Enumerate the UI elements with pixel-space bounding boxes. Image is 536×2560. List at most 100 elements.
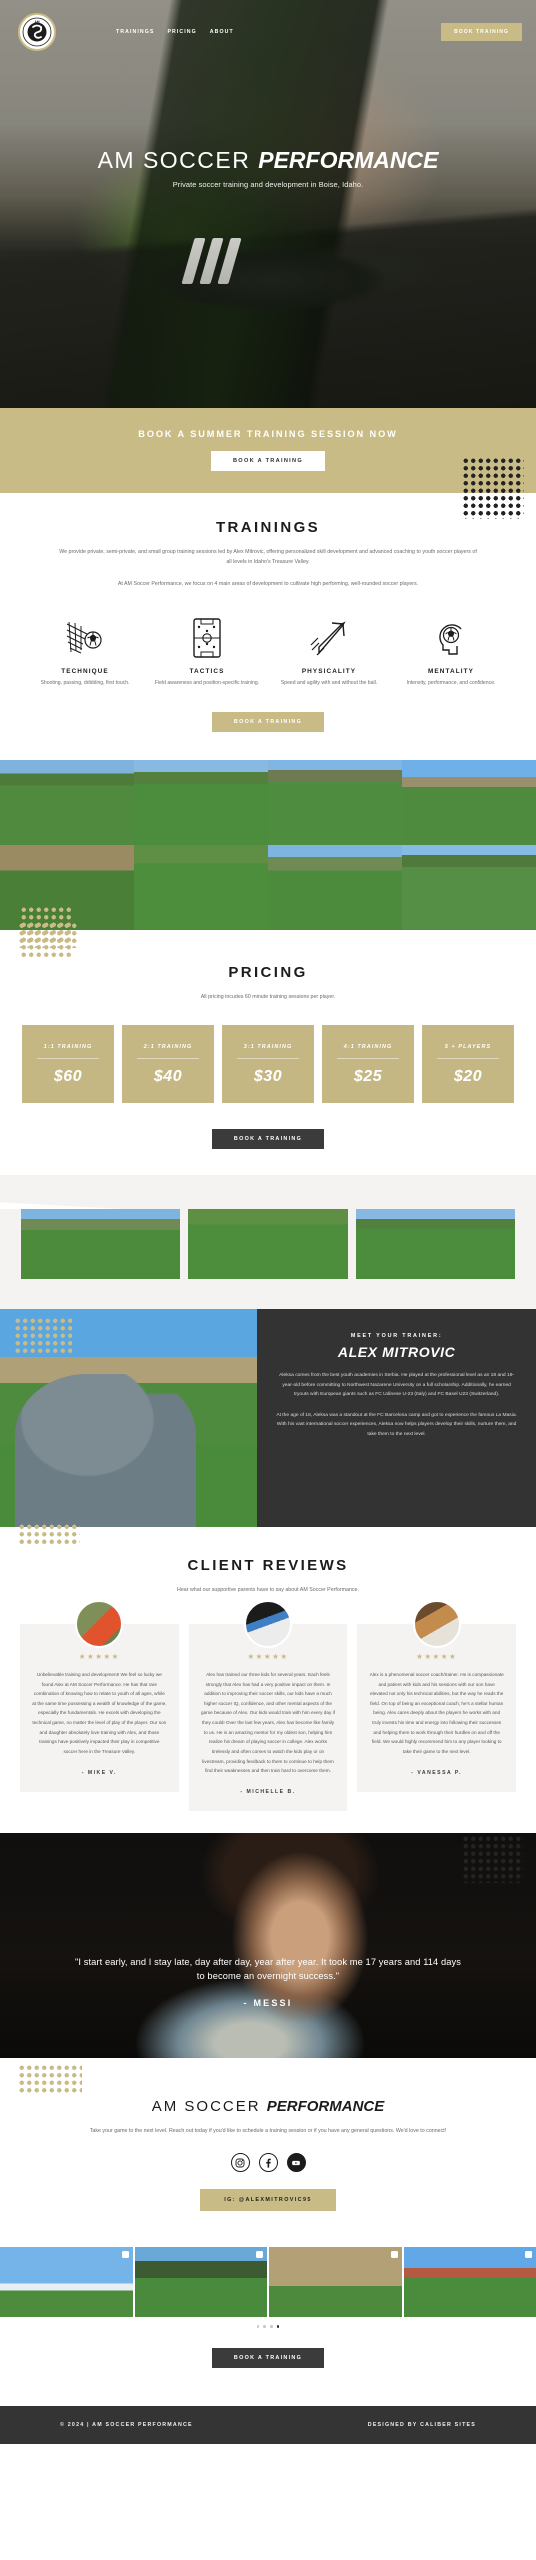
instagram-post[interactable]: [0, 2247, 133, 2317]
review-text: Alex is a phenomenal soccer coach/traine…: [369, 1671, 504, 1755]
nav-links: TRAININGS PRICING ABOUT: [116, 29, 234, 35]
quote-section: "I start early, and I stay late, day aft…: [0, 1832, 536, 2058]
reviews-list: ★★★★★ Unbelievable training and developm…: [20, 1599, 517, 1811]
price-card-2to1[interactable]: 2:1 TRAINING $40: [122, 1025, 214, 1104]
trainings-paragraph-1: We provide private, semi-private, and sm…: [59, 549, 477, 565]
reel-badge-icon: [390, 2251, 398, 2258]
instagram-handle-button[interactable]: IG: @ALEXMITROVIC95: [200, 2189, 336, 2211]
review-card: ★★★★★ Alex has trained our three kids fo…: [188, 1599, 348, 1811]
hero-text-block: AM SOCCER PERFORMANCE Private soccer tra…: [0, 147, 536, 190]
page-footer: © 2024 | AM SOCCER PERFORMANCE DESIGNED …: [0, 2405, 536, 2444]
instagram-post[interactable]: [403, 2247, 536, 2317]
pillar-mentality: MENTALITY Intensity, performance, and co…: [397, 615, 505, 688]
final-cta: BOOK A TRAINING: [0, 2328, 536, 2406]
gallery-photo: [268, 845, 402, 931]
pricing-book-button[interactable]: BOOK A TRAINING: [211, 1129, 325, 1150]
goal-net-ball-icon: [31, 615, 139, 661]
review-author: - MIKE V.: [81, 1769, 117, 1776]
gallery-photo: [21, 1209, 181, 1280]
pillar-physicality-text: Speed and agility with and without the b…: [280, 680, 378, 687]
hero-section: AM TRAININGS PRICING ABOUT BOOK TRAINING…: [0, 0, 536, 408]
carousel-dot[interactable]: [270, 2325, 273, 2328]
brand-logo[interactable]: AM: [18, 13, 56, 51]
gallery-photo: [0, 845, 134, 931]
instagram-post[interactable]: [269, 2247, 402, 2317]
avatar: [244, 1599, 292, 1648]
avatar: [75, 1599, 124, 1648]
review-author: - VANESSA P.: [411, 1769, 463, 1776]
summer-cta-band: BOOK A SUMMER TRAINING SESSION NOW BOOK …: [0, 408, 536, 519]
slanted-divider: [0, 1175, 536, 1210]
pricing-subtitle: All pricing incudes 60 minute training s…: [200, 994, 336, 1001]
trainer-bio-paragraph-1: Aleksa comes from the best youth academi…: [279, 1373, 515, 1398]
logo-mark-icon: AM: [22, 17, 52, 47]
footer-copyright: © 2024 | AM SOCCER PERFORMANCE: [60, 2421, 193, 2428]
carousel-pagination: [0, 2317, 536, 2328]
dot-pattern-decoration: [18, 2063, 82, 2094]
social-links: [20, 2153, 516, 2172]
trainer-bio-paragraph-2: At the age of 16, Aleksa was a standout …: [276, 1412, 517, 1437]
carousel-dot-active[interactable]: [276, 2325, 280, 2328]
reel-badge-icon: [121, 2251, 129, 2258]
price-card-label: 4:1 TRAINING: [337, 1043, 399, 1059]
pillar-technique-text: Shooting, passing, dribbling, first touc…: [40, 680, 130, 687]
price-card-1to1[interactable]: 1:1 TRAINING $60: [22, 1025, 114, 1104]
nav-item-trainings[interactable]: TRAININGS: [116, 29, 154, 35]
facebook-icon[interactable]: [258, 2153, 278, 2172]
landing-page: AM TRAININGS PRICING ABOUT BOOK TRAINING…: [0, 0, 536, 2444]
pillar-tactics: TACTICS Field awareness and position-spe…: [153, 615, 261, 688]
contact-paragraph: Take your game to the next level. Reach …: [89, 2127, 447, 2134]
price-card-amount: $25: [353, 1067, 383, 1085]
nav-item-pricing[interactable]: PRICING: [167, 29, 196, 35]
youtube-icon[interactable]: [286, 2153, 306, 2172]
star-rating-icon: ★★★★★: [247, 1651, 289, 1661]
hero-overlay: [0, 0, 536, 408]
final-book-training-button[interactable]: BOOK A TRAINING: [211, 2347, 325, 2368]
review-author: - MICHELLE B.: [240, 1788, 296, 1795]
pricing-title: PRICING: [228, 964, 308, 982]
price-card-label: 5 + PLAYERS: [437, 1043, 499, 1059]
hero-title-regular: AM SOCCER: [97, 147, 259, 173]
nav-book-training-button[interactable]: BOOK TRAINING: [441, 23, 522, 41]
summer-cta-button[interactable]: BOOK A TRAINING: [210, 451, 326, 471]
trainings-book-button[interactable]: BOOK A TRAINING: [211, 712, 325, 733]
price-card-5plus[interactable]: 5 + PLAYERS $20: [422, 1025, 514, 1104]
nav-item-about[interactable]: ABOUT: [210, 29, 234, 35]
footer-credit[interactable]: DESIGNED BY CALIBER SITES: [368, 2422, 476, 2428]
price-card-amount: $60: [53, 1067, 83, 1085]
pillar-tactics-title: TACTICS: [189, 668, 225, 676]
star-rating-icon: ★★★★★: [416, 1651, 458, 1661]
reel-badge-icon: [525, 2251, 532, 2258]
trainer-section: MEET YOUR TRAINER: ALEX MITROVIC Aleksa …: [0, 1309, 536, 1528]
client-reviews-section: CLIENT REVIEWS Hear what our supportive …: [0, 1523, 536, 1833]
price-card-label: 3:1 TRAINING: [237, 1043, 299, 1059]
hero-subtitle: Private soccer training and development …: [172, 180, 364, 190]
instagram-post[interactable]: [134, 2247, 267, 2317]
price-card-4to1[interactable]: 4:1 TRAINING $25: [322, 1025, 414, 1104]
trainings-section: TRAININGS We provide private, semi-priva…: [0, 493, 536, 760]
avatar: [412, 1599, 461, 1648]
summer-cta-heading: BOOK A SUMMER TRAINING SESSION NOW: [138, 429, 398, 439]
trainings-title: TRAININGS: [215, 519, 321, 536]
pillar-technique-title: TECHNIQUE: [61, 668, 109, 676]
quote-content: "I start early, and I stay late, day aft…: [0, 1833, 536, 2008]
trainer-name: ALEX MITROVIC: [337, 1344, 456, 1361]
head-brain-ball-icon: [397, 615, 505, 661]
hero-title: AM SOCCER PERFORMANCE: [0, 147, 536, 173]
pillar-mentality-text: Intensity, performance, and confidence.: [406, 680, 496, 687]
gallery-photo: [355, 1209, 515, 1280]
instagram-feed: [0, 2247, 536, 2328]
pillar-physicality: PHYSICALITY Speed and agility with and w…: [275, 615, 383, 688]
gallery-photo: [188, 1209, 348, 1280]
tactics-pitch-icon: [153, 615, 261, 661]
price-card-3to1[interactable]: 3:1 TRAINING $30: [222, 1025, 314, 1104]
review-text: Alex has trained our three kids for seve…: [201, 1671, 335, 1774]
gallery-photo: [402, 760, 536, 846]
instagram-icon[interactable]: [230, 2153, 250, 2172]
pricing-cards: 1:1 TRAINING $60 2:1 TRAINING $40 3:1 TR…: [20, 1025, 516, 1104]
carousel-dot[interactable]: [263, 2325, 266, 2328]
reel-badge-icon: [256, 2251, 263, 2258]
review-card: ★★★★★ Alex is a phenomenal soccer coach/…: [357, 1599, 517, 1792]
training-pillars: TECHNIQUE Shooting, passing, dribbling, …: [20, 615, 516, 688]
reviews-title: CLIENT REVIEWS: [187, 1557, 349, 1575]
